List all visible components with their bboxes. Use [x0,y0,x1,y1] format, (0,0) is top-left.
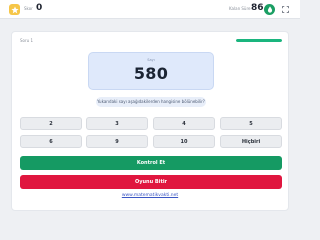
time-value: 86 [251,3,264,13]
progress-fill [236,39,282,42]
top-bar: Skor 0 Kalan Süre 86 [0,0,300,19]
option-button[interactable]: 3 [86,117,148,130]
progress-bar [236,39,282,42]
option-button[interactable]: 10 [153,135,215,148]
site-link[interactable]: www.matematikvakti.net [12,193,288,198]
star-icon[interactable] [9,4,20,15]
option-button[interactable]: 9 [86,135,148,148]
option-button[interactable]: 5 [220,117,282,130]
time-label: Kalan Süre [229,6,251,11]
score-label: Skor [24,6,33,11]
check-button[interactable]: Kontrol Et [20,156,282,170]
number-panel: Sayı 580 [88,52,214,90]
option-button[interactable]: 2 [20,117,82,130]
end-game-button[interactable]: Oyunu Bitir [20,175,282,189]
option-button[interactable]: 6 [20,135,82,148]
quiz-card: Soru 1 Sayı 580 Yukarıdaki sayı aşağıdak… [11,31,289,211]
question-counter: Soru 1 [20,38,33,43]
expand-icon[interactable] [281,5,290,14]
question-prompt: Yukarıdaki sayı aşağıdakilerden hangisin… [96,97,206,107]
number-label: Sayı [147,58,155,62]
target-number: 580 [133,64,169,83]
score-value: 0 [36,3,43,13]
drop-icon[interactable] [264,4,275,15]
option-button[interactable]: 4 [153,117,215,130]
option-button[interactable]: Hiçbiri [220,135,282,148]
